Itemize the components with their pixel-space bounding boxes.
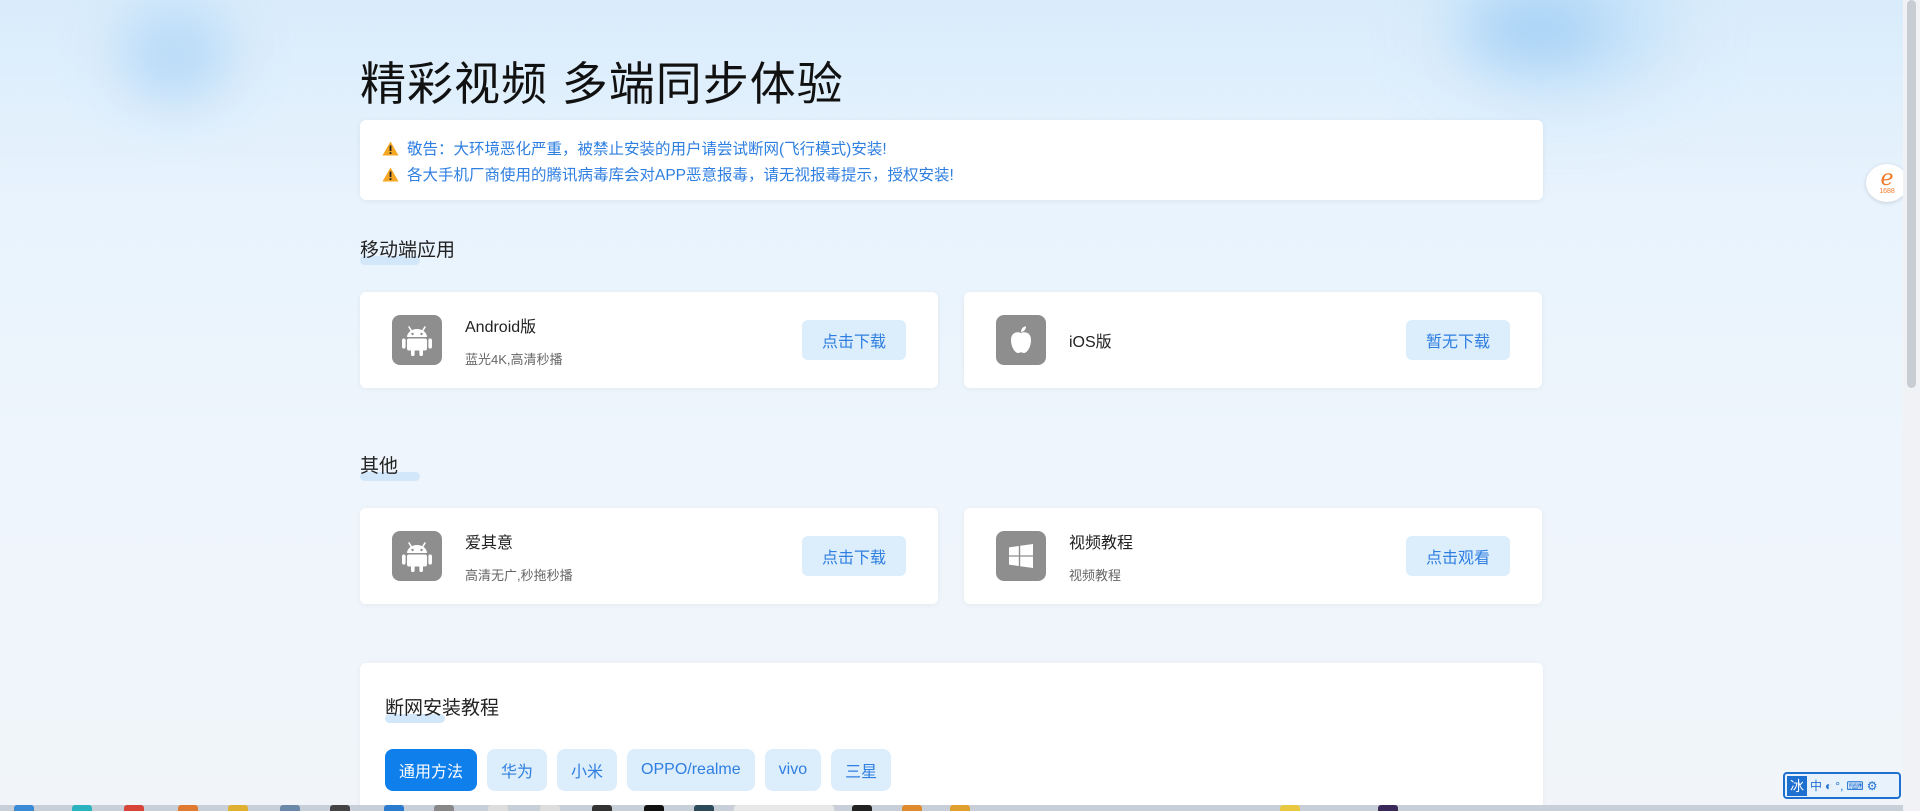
- ime-halfwidth-icon[interactable]: ◐: [1825, 777, 1832, 795]
- download-button-android[interactable]: 点击下载: [802, 320, 906, 360]
- app-name: 视频教程: [1069, 534, 1134, 552]
- tab-general[interactable]: 通用方法: [385, 749, 478, 791]
- app-name: Android版: [465, 318, 537, 336]
- taskbar-app-icon[interactable]: [950, 805, 970, 811]
- side-float-logo[interactable]: e 1688: [1866, 164, 1908, 202]
- app-name: 爱其意: [465, 534, 514, 552]
- ime-logo[interactable]: 冰: [1787, 775, 1807, 796]
- background-glow: [120, 10, 230, 100]
- app-card-video-tutorial: 视频教程 视频教程 点击观看: [964, 508, 1542, 604]
- taskbar-app-icon[interactable]: [178, 805, 198, 811]
- taskbar-app-icon[interactable]: [330, 805, 350, 811]
- notice-line: 各大手机厂商使用的腾讯病毒库会对APP恶意报毒，请无视报毒提示，授权安装!: [382, 161, 1521, 187]
- app-info: Android版 蓝光4K,高清秒播: [465, 313, 802, 368]
- tutorial-tabs: 通用方法 华为 小米 OPPO/realme vivo 三星: [385, 749, 892, 791]
- taskbar-app-icon[interactable]: [694, 805, 714, 811]
- taskbar-app-icon[interactable]: [72, 805, 92, 811]
- taskbar-app-icon[interactable]: [540, 805, 560, 811]
- android-icon: [392, 315, 442, 365]
- ime-punctuation-icon[interactable]: °,: [1835, 777, 1843, 795]
- taskbar-app-icon[interactable]: [1280, 805, 1300, 811]
- taskbar-app-icon[interactable]: [228, 805, 248, 811]
- taskbar-app-icon[interactable]: [434, 805, 454, 811]
- tab-oppo-realme[interactable]: OPPO/realme: [627, 749, 755, 791]
- notice-text: 敬告：大环境恶化严重，被禁止安装的用户请尝试断网(飞行模式)安装!: [407, 141, 887, 158]
- section-title-text: 移动端应用: [360, 240, 456, 261]
- app-desc: 蓝光4K,高清秒播: [465, 351, 563, 367]
- page-title: 精彩视频 多端同步体验: [360, 58, 844, 110]
- notice-line: 敬告：大环境恶化严重，被禁止安装的用户请尝试断网(飞行模式)安装!: [382, 135, 1521, 161]
- download-button-ios[interactable]: 暂无下载: [1406, 320, 1510, 360]
- ime-keyboard-icon[interactable]: ⌨: [1846, 777, 1863, 795]
- taskbar-app-icon[interactable]: [14, 805, 34, 811]
- taskbar-app-icon[interactable]: [592, 805, 612, 811]
- scrollbar-thumb[interactable]: [1907, 0, 1916, 388]
- tab-huawei[interactable]: 华为: [487, 749, 548, 791]
- app-desc: 视频教程: [1069, 567, 1122, 583]
- taskbar-app-icon[interactable]: [280, 805, 300, 811]
- app-info: iOS版: [1069, 328, 1406, 352]
- section-title-mobile: 移动端应用: [360, 235, 455, 265]
- warning-icon: [382, 141, 399, 156]
- tutorial-panel: 断网安装教程 通用方法 华为 小米 OPPO/realme vivo 三星: [360, 663, 1543, 811]
- background-glow: [1470, 0, 1600, 60]
- apple-icon: [996, 315, 1046, 365]
- taskbar: [0, 805, 1903, 811]
- download-button-aiqiyi[interactable]: 点击下载: [802, 536, 906, 576]
- section-title-tutorial: 断网安装教程: [385, 693, 499, 723]
- tab-samsung[interactable]: 三星: [831, 749, 892, 791]
- app-card-aiqiyi: 爱其意 高清无广,秒拖秒播 点击下载: [360, 508, 938, 604]
- taskbar-app-icon[interactable]: [1378, 805, 1398, 811]
- app-info: 爱其意 高清无广,秒拖秒播: [465, 529, 802, 584]
- taskbar-app-icon[interactable]: [124, 805, 144, 811]
- taskbar-active-window[interactable]: [734, 805, 834, 811]
- watch-button[interactable]: 点击观看: [1406, 536, 1510, 576]
- notice-box: 敬告：大环境恶化严重，被禁止安装的用户请尝试断网(飞行模式)安装! 各大手机厂商…: [360, 120, 1543, 200]
- app-name: iOS版: [1069, 334, 1112, 351]
- notice-text: 各大手机厂商使用的腾讯病毒库会对APP恶意报毒，请无视报毒提示，授权安装!: [407, 167, 954, 184]
- taskbar-app-icon[interactable]: [644, 805, 664, 811]
- logo-glyph: e: [1880, 166, 1894, 191]
- logo-text: 1688: [1879, 188, 1895, 195]
- tab-vivo[interactable]: vivo: [764, 749, 822, 791]
- taskbar-app-icon[interactable]: [384, 805, 404, 811]
- app-card-ios: iOS版 暂无下载: [964, 292, 1542, 388]
- taskbar-app-icon[interactable]: [488, 805, 508, 811]
- warning-icon: [382, 167, 399, 182]
- ime-settings-icon[interactable]: ⚙: [1867, 777, 1878, 795]
- section-title-other: 其他: [360, 451, 420, 481]
- section-title-text: 断网安装教程: [385, 698, 500, 719]
- windows-icon: [996, 531, 1046, 581]
- app-info: 视频教程 视频教程: [1069, 529, 1406, 584]
- ime-toolbar[interactable]: 冰 中 ◐ °, ⌨ ⚙: [1783, 772, 1901, 799]
- app-card-android: Android版 蓝光4K,高清秒播 点击下载: [360, 292, 938, 388]
- android-icon: [392, 531, 442, 581]
- taskbar-app-icon[interactable]: [902, 805, 922, 811]
- ime-mode[interactable]: 中: [1810, 777, 1822, 795]
- app-desc: 高清无广,秒拖秒播: [465, 567, 573, 583]
- tab-xiaomi[interactable]: 小米: [557, 749, 618, 791]
- section-title-text: 其他: [360, 456, 399, 477]
- taskbar-app-icon[interactable]: [852, 805, 872, 811]
